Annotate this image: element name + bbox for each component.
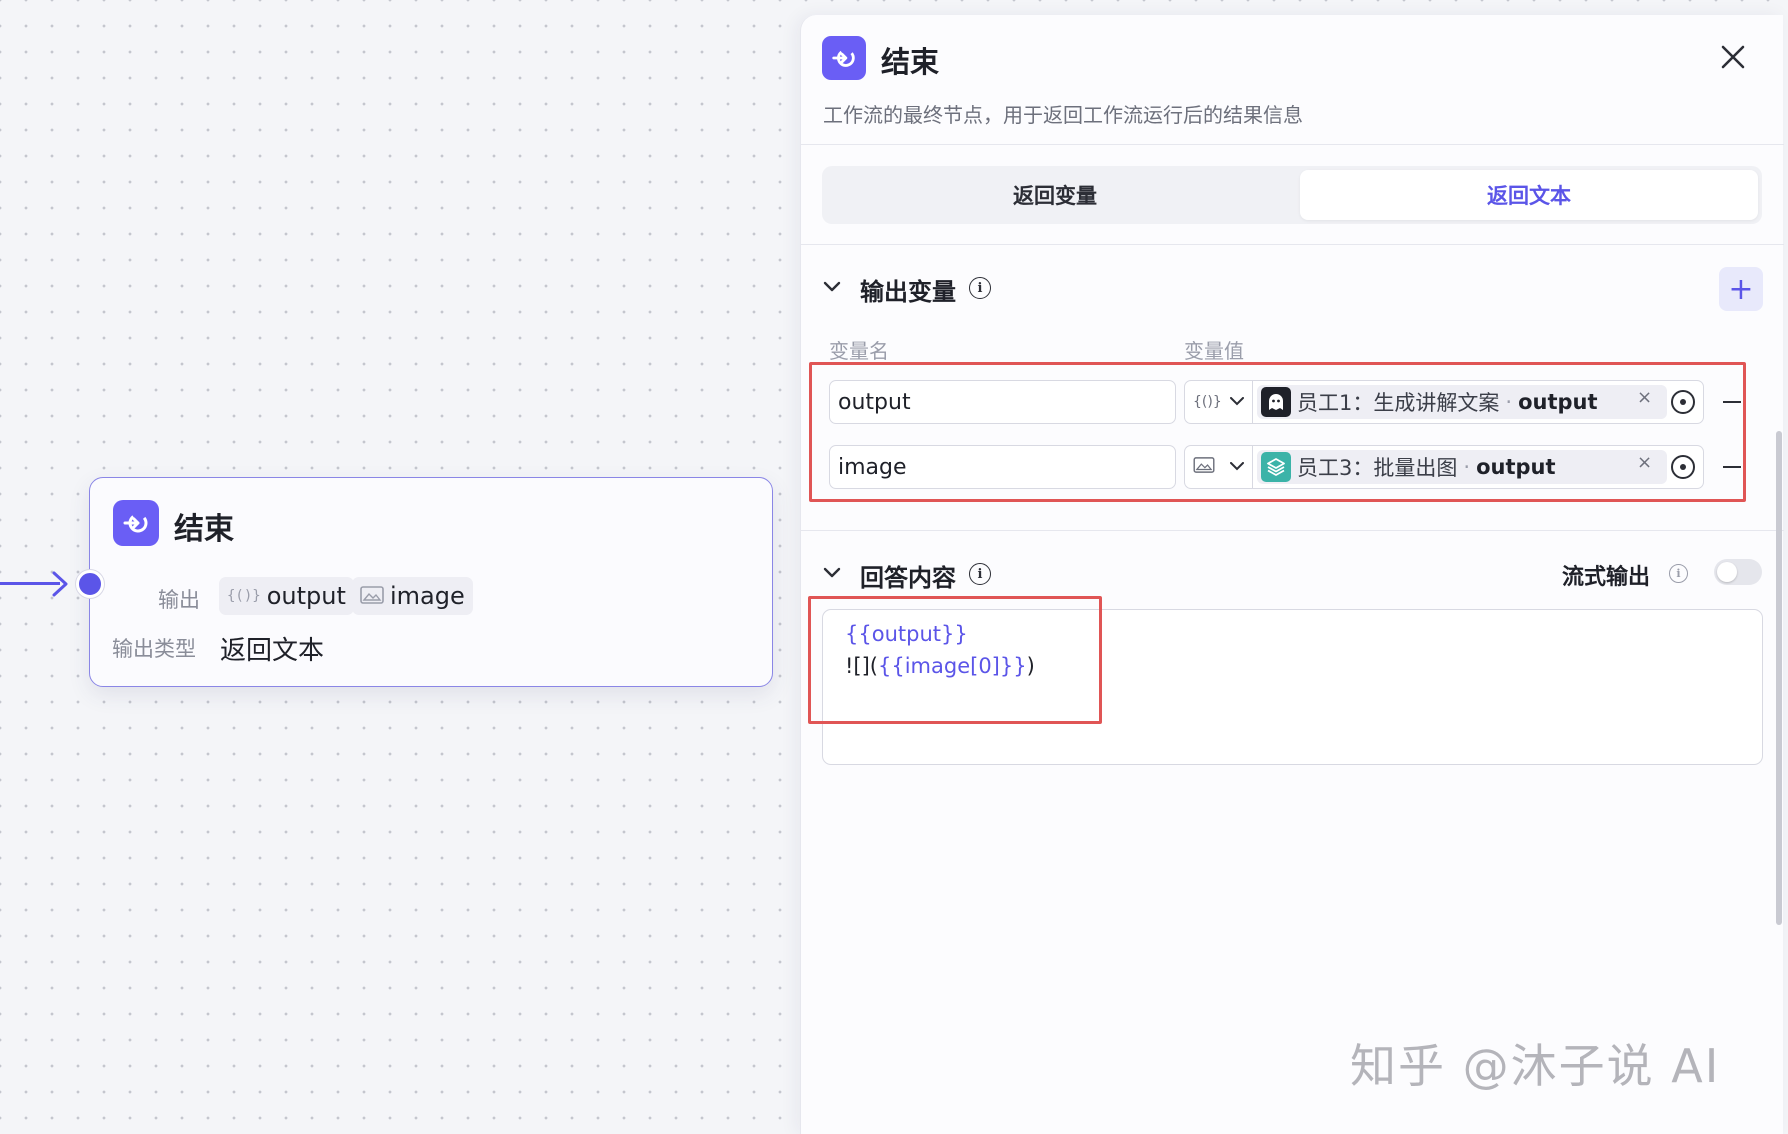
layers-icon [1261,452,1291,482]
variable-reference-chip: 员工3：批量出图 · output [1257,450,1667,484]
column-header-value: 变量值 [1184,339,1244,363]
divider [801,244,1784,245]
section-title-output-variables: 输出变量 [860,278,956,306]
variable-value-box[interactable]: 员工3：批量出图 · output × [1252,445,1704,489]
chevron-down-icon [1230,459,1244,475]
tab-return-variables[interactable]: 返回变量 [826,170,1284,220]
divider [801,144,1784,145]
section-title-answer-content: 回答内容 [860,564,956,592]
edge-arrow-icon [52,571,68,597]
divider [801,530,1784,531]
object-icon: {()} [227,588,261,604]
variable-name-input[interactable] [829,380,1176,424]
remove-variable-icon[interactable] [1723,401,1741,403]
chip-label: output [266,582,346,610]
reference-source: 员工3：批量出图 [1297,456,1458,480]
return-mode-tabs: 返回变量 返回文本 [822,166,1762,224]
node-output-chip-image: image [352,577,473,615]
variable-picker-icon[interactable] [1671,455,1695,479]
streaming-output-toggle[interactable] [1714,559,1762,585]
reference-field: output [1476,455,1556,479]
variable-picker-icon[interactable] [1671,390,1695,414]
add-variable-button[interactable]: + [1719,267,1763,311]
clear-reference-icon[interactable]: × [1637,387,1652,408]
info-icon[interactable]: i [969,277,991,299]
variable-type-select[interactable]: {()} [1184,380,1252,424]
panel-description: 工作流的最终节点，用于返回工作流运行后的结果信息 [823,103,1303,127]
image-icon [1193,457,1215,477]
variable-name-input[interactable] [829,445,1176,489]
variable-type-select[interactable] [1184,445,1252,489]
panel-scrollbar[interactable] [1776,431,1782,925]
separator-dot: · [1463,455,1471,479]
streaming-output-label: 流式输出 [1562,565,1651,590]
chip-label: image [390,582,465,610]
object-icon: {()} [1193,394,1222,410]
info-icon[interactable]: i [969,563,991,585]
chevron-down-icon[interactable] [823,277,841,298]
highlight-box-answer [808,596,1102,724]
end-node-icon [822,36,866,80]
node-output-label: 输出 [158,588,200,612]
close-icon[interactable] [1716,40,1750,74]
node-title: 结束 [174,512,234,547]
clear-reference-icon[interactable]: × [1637,452,1652,473]
node-settings-panel: 结束 工作流的最终节点，用于返回工作流运行后的结果信息 返回变量 返回文本 输出… [800,15,1784,1134]
chevron-down-icon[interactable] [823,563,841,584]
node-input-handle[interactable] [76,570,104,598]
variable-reference-chip: 员工1：生成讲解文案 · output [1257,385,1667,419]
reference-field: output [1518,390,1598,414]
info-icon[interactable]: i [1669,564,1688,583]
reference-source: 员工1：生成讲解文案 [1297,391,1500,415]
node-type-value: 返回文本 [220,636,325,666]
panel-title: 结束 [881,45,940,79]
end-node-icon [113,500,159,546]
watermark: 知乎 @沐子说 AI [1350,1039,1721,1093]
variable-value-box[interactable]: 员工1：生成讲解文案 · output × [1252,380,1704,424]
image-icon [360,582,384,610]
node-output-chip-output: {()} output [219,577,354,615]
end-node-card[interactable]: 结束 输出 {()} output image 输出类型 返回文本 [89,477,773,687]
chevron-down-icon [1230,394,1244,410]
tab-return-text[interactable]: 返回文本 [1300,170,1758,220]
ghost-icon [1261,387,1291,417]
separator-dot: · [1505,390,1513,414]
column-header-name: 变量名 [829,339,889,363]
node-type-label: 输出类型 [112,637,196,661]
remove-variable-icon[interactable] [1723,466,1741,468]
